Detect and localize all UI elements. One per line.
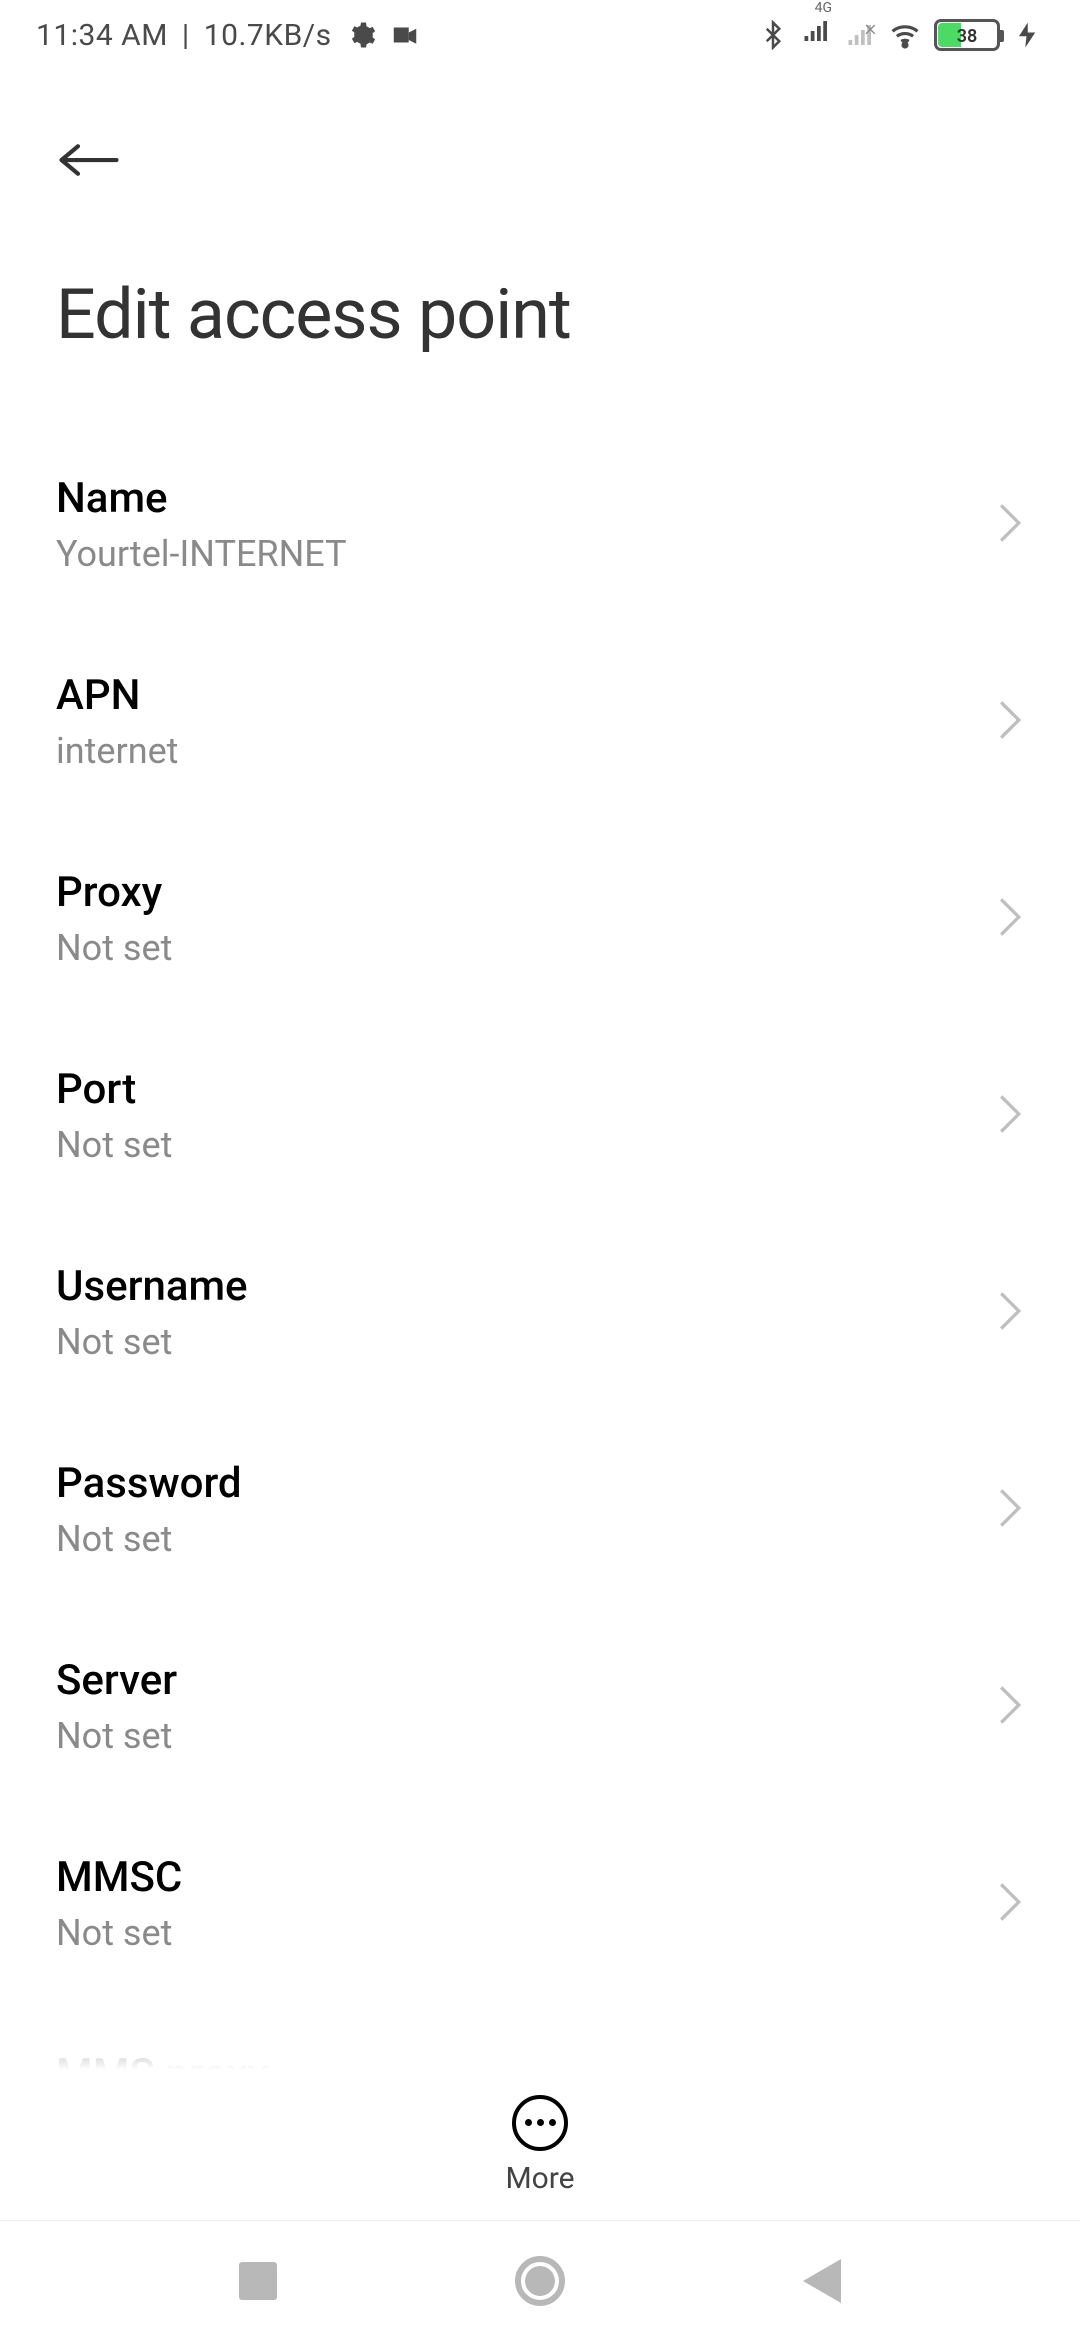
row-value: Not set [56,1518,242,1560]
row-server[interactable]: Server Not set [56,1608,1024,1805]
row-value: Not set [56,1321,248,1363]
chevron-right-icon [996,895,1024,943]
row-value: Not set [56,1912,182,1954]
status-separator: | [182,18,190,53]
row-port[interactable]: Port Not set [56,1017,1024,1214]
settings-list: Name Yourtel-INTERNET APN internet Proxy Not … [0,376,1080,2199]
chevron-right-icon [996,501,1024,549]
header: Edit access point [0,70,1080,376]
row-name[interactable]: Name Yourtel-INTERNET [56,426,1024,623]
chevron-right-icon [996,1289,1024,1337]
row-apn[interactable]: APN internet [56,623,1024,820]
row-password[interactable]: Password Not set [56,1411,1024,1608]
status-bar: 11:34 AM | 10.7KB/s 4G 38 [0,0,1080,70]
charging-icon [1014,20,1044,50]
row-value: Yourtel-INTERNET [56,533,347,575]
row-label: MMSC [56,1853,182,1902]
nav-home-button[interactable] [515,2256,565,2306]
row-label: APN [56,671,178,720]
chevron-right-icon [996,1880,1024,1928]
battery-icon: 38 [934,19,1000,51]
row-value: Not set [56,1124,172,1166]
row-value: Not set [56,1715,177,1757]
row-label: Username [56,1262,248,1311]
camera-icon [390,20,420,50]
signal-sim1-icon: 4G [802,16,832,54]
more-label: More [505,2161,574,2196]
row-username[interactable]: Username Not set [56,1214,1024,1411]
page-title: Edit access point [56,274,1024,356]
row-label: Server [56,1656,177,1705]
nav-recent-button[interactable] [239,2262,277,2300]
bluetooth-icon [758,20,788,50]
android-nav-bar [0,2220,1080,2340]
row-label: Name [56,474,347,523]
row-mmsc[interactable]: MMSC Not set [56,1805,1024,2002]
status-time: 11:34 AM [36,18,168,53]
more-action[interactable]: More [0,2070,1080,2220]
status-net-speed: 10.7KB/s [204,18,332,53]
row-label: Port [56,1065,172,1114]
signal-sim2-icon [846,20,876,50]
chevron-right-icon [996,1486,1024,1534]
more-icon [512,2095,568,2151]
row-value: Not set [56,927,172,969]
back-button[interactable] [56,120,136,200]
wifi-icon [890,20,920,50]
nav-back-button[interactable] [803,2259,841,2303]
row-value: internet [56,730,178,772]
chevron-right-icon [996,1683,1024,1731]
chevron-right-icon [996,1092,1024,1140]
row-label: Password [56,1459,242,1508]
chevron-right-icon [996,698,1024,746]
row-label: Proxy [56,868,172,917]
gear-icon [346,20,376,50]
row-proxy[interactable]: Proxy Not set [56,820,1024,1017]
